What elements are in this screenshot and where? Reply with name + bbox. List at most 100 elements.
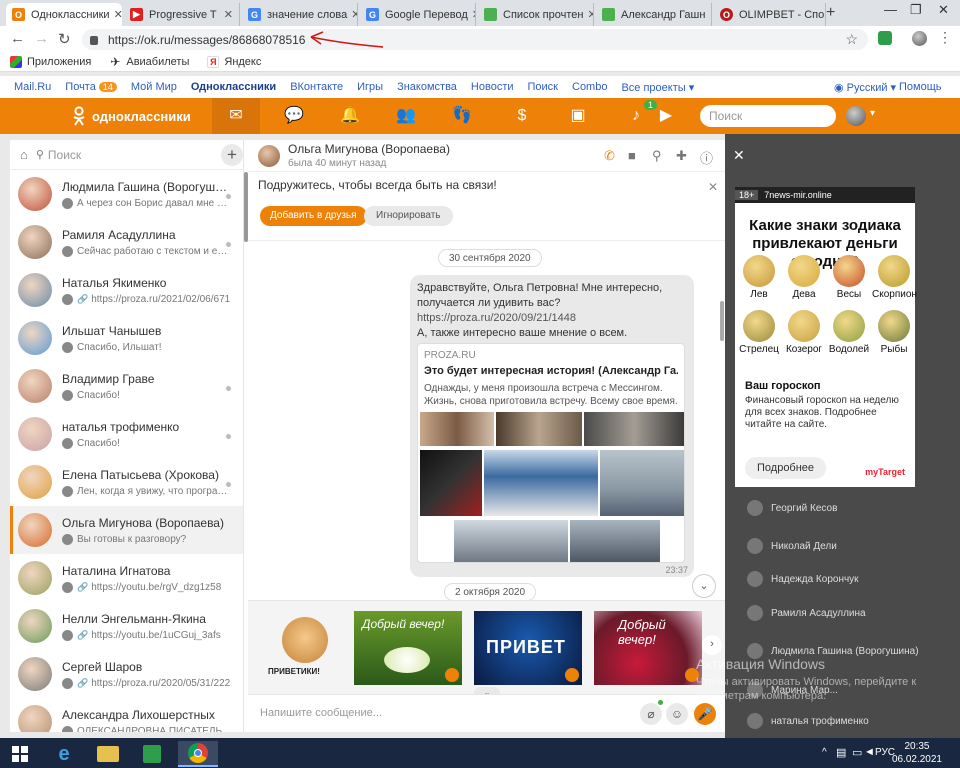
nav-games[interactable]: Игры — [357, 81, 383, 93]
discussions-icon[interactable]: 💬 — [284, 106, 304, 126]
contact-item[interactable]: наталья трофименко Спасибо! — [10, 410, 243, 458]
right-friend-item[interactable]: Николай Дели — [725, 536, 960, 556]
forward-arrow-icon[interactable]: → — [34, 30, 49, 47]
call-icon[interactable]: ✆ — [604, 148, 615, 164]
tab-reading-list[interactable]: Список прочтен ✕ — [478, 3, 594, 26]
zodiac-item[interactable]: Лев — [737, 255, 781, 300]
nav-all-projects[interactable]: Все проекты ▾ — [621, 81, 694, 94]
add-friend-button[interactable]: Добавить в друзья — [260, 206, 367, 226]
close-tab-icon[interactable]: ✕ — [583, 8, 593, 21]
contact-item[interactable]: Сергей Шаров 🔗 https://proza.ru/2020/05/31… — [10, 650, 243, 698]
right-friend-item[interactable]: Надежда Корончук — [725, 569, 960, 589]
tab-odnoklassniki[interactable]: О Одноклассники ✕ — [6, 3, 122, 26]
right-friend-item[interactable]: наталья трофименко — [725, 711, 960, 731]
tab-olimpbet[interactable]: O OLIMPBET - Спо ✕ — [714, 3, 826, 26]
nav-help[interactable]: Помощь — [899, 81, 942, 93]
contact-item[interactable]: Наталья Якименко 🔗 https://proza.ru/2021/0… — [10, 266, 243, 314]
payments-icon[interactable]: $ — [512, 106, 532, 126]
nav-dating[interactable]: Знакомства — [397, 81, 457, 93]
nav-news[interactable]: Новости — [471, 81, 514, 93]
contact-item[interactable]: Рамиля Асадуллина Сейчас работаю с тексто… — [10, 218, 243, 266]
contact-item[interactable]: Ольга Мигунова (Воропаева) Вы готовы к ра… — [10, 506, 243, 554]
ad-more-button[interactable]: Подробнее — [745, 457, 827, 479]
address-bar[interactable]: https://ok.ru/messages/86868078516 ☆ — [82, 29, 868, 50]
microphone-icon[interactable]: 🎤 — [694, 703, 716, 725]
home-icon[interactable]: ⌂ — [20, 147, 28, 162]
sticker-good-evening-1[interactable]: Добрый вечер! — [354, 611, 462, 685]
profile-avatar-icon[interactable] — [912, 31, 927, 46]
nav-myworld[interactable]: Мой Мир — [131, 81, 177, 93]
close-icon[interactable]: ✕ — [708, 180, 718, 194]
language-selector[interactable]: ◉ Русский ▾ — [834, 81, 896, 94]
contact-item[interactable]: Александра Лихошерстных ОЛЕКСАНДРОВНА ПИС… — [10, 698, 243, 732]
message-bubble[interactable]: Здравствуйте, Ольга Петровна! Мне интере… — [410, 275, 694, 577]
tray-arrow-icon[interactable]: ^ — [822, 747, 827, 758]
chat-avatar[interactable] — [258, 144, 280, 167]
chat-scrollbar[interactable] — [720, 301, 724, 341]
start-button[interactable] — [0, 741, 40, 767]
zodiac-item[interactable]: Водолей — [827, 310, 871, 355]
contact-item[interactable]: Ильшат Чанышев Спасибо, Ильшат! — [10, 314, 243, 362]
new-chat-button[interactable]: + — [221, 144, 243, 166]
close-tab-icon[interactable]: ✕ — [347, 8, 357, 21]
bookmark-star-icon[interactable]: ☆ — [845, 31, 858, 48]
right-friend-item[interactable]: Георгий Кесов — [725, 498, 960, 518]
clock[interactable]: 20:35 06.02.2021 — [892, 740, 942, 766]
ignore-button[interactable]: Игнорировать — [364, 206, 453, 226]
smiley-icon[interactable]: ☺ — [666, 703, 688, 725]
info-icon[interactable]: ⓘ — [700, 148, 713, 167]
tab-youtube[interactable]: ▶ Progressive T ✕ — [124, 3, 240, 26]
reload-icon[interactable]: ↻ — [58, 30, 71, 48]
video-camera-icon[interactable]: ▣ — [568, 106, 588, 126]
zodiac-item[interactable]: Рыбы — [872, 310, 916, 355]
extension-icon[interactable] — [878, 31, 892, 45]
user-avatar[interactable] — [846, 106, 866, 126]
contact-item[interactable]: Людмила Гашина (Ворогушина) А через сон Б… — [10, 170, 243, 218]
back-arrow-icon[interactable]: ← — [10, 30, 25, 47]
search-icon[interactable]: ⚲ — [652, 148, 662, 164]
music-note-icon[interactable]: ♪ — [626, 106, 646, 126]
paperclip-icon[interactable]: ⌀ — [640, 703, 662, 725]
zodiac-item[interactable]: Дева — [782, 255, 826, 300]
nav-mail[interactable]: Почта 14 — [65, 81, 117, 93]
sticker-good-evening-2[interactable]: Добрый вечер! — [594, 611, 702, 685]
friends-icon[interactable]: 👥 — [396, 106, 416, 126]
message-link[interactable]: https://proza.ru/2020/09/21/1448 — [417, 311, 687, 326]
internet-explorer-icon[interactable]: e — [44, 741, 84, 767]
message-input[interactable]: Напишите сообщение... — [260, 707, 382, 719]
close-tab-icon[interactable]: ✕ — [220, 8, 233, 21]
nav-search[interactable]: Поиск — [528, 81, 558, 93]
zodiac-item[interactable]: Козерог — [782, 310, 826, 355]
nav-combo[interactable]: Combo — [572, 81, 607, 93]
network-icon[interactable]: ▤ — [836, 746, 846, 759]
nav-mailru[interactable]: Mail.Ru — [14, 81, 51, 93]
new-tab-button[interactable]: + — [826, 4, 835, 22]
volume-icon[interactable]: ◄ — [864, 746, 875, 758]
browser-menu-icon[interactable]: ⋮ — [938, 29, 952, 46]
bell-icon[interactable]: 🔔 — [340, 106, 360, 126]
tab-author-page[interactable]: Александр Гашн ✕ — [596, 3, 712, 26]
contact-item[interactable]: Наталина Игнатова 🔗 https://youtu.be/rgV_d… — [10, 554, 243, 602]
bookmark-yandex[interactable]: Я Яндекс — [207, 55, 261, 68]
close-tab-icon[interactable]: ✕ — [705, 8, 711, 21]
ok-logo[interactable]: одноклассники — [72, 106, 191, 126]
next-stickers-button[interactable]: › — [702, 635, 722, 655]
bookmark-apps[interactable]: Приложения — [10, 55, 91, 68]
header-search-input[interactable]: Поиск — [700, 105, 836, 127]
horoscope-ad[interactable]: 18+ 7news-mir.online Какие знаки зодиака… — [735, 187, 917, 487]
tab-google-search[interactable]: G значение слова ✕ — [242, 3, 358, 26]
sticker-priveтiki[interactable]: ПРИВЕТИКИ! — [248, 611, 356, 685]
sticker-privet[interactable]: ПРИВЕТ — [474, 611, 582, 685]
zodiac-item[interactable]: Весы — [827, 255, 871, 300]
right-friend-item[interactable]: Рамиля Асадуллина — [725, 603, 960, 623]
guests-footprints-icon[interactable]: 👣 — [452, 106, 472, 126]
video-play-icon[interactable]: ▶ — [656, 106, 676, 126]
chat-contact-name[interactable]: Ольга Мигунова (Воропаева) — [288, 142, 450, 156]
tab-google-translate[interactable]: G Google Перевод ✕ — [360, 3, 476, 26]
chevron-down-icon[interactable]: ▾ — [870, 108, 875, 119]
video-call-icon[interactable]: ■ — [628, 148, 636, 163]
zodiac-item[interactable]: Скорпион — [872, 255, 917, 300]
close-messenger-icon[interactable]: ✕ — [733, 147, 745, 164]
contact-item[interactable]: Елена Патысьева (Хрокова) Лен, когда я ув… — [10, 458, 243, 506]
contact-search-input[interactable]: Поиск — [48, 148, 81, 162]
